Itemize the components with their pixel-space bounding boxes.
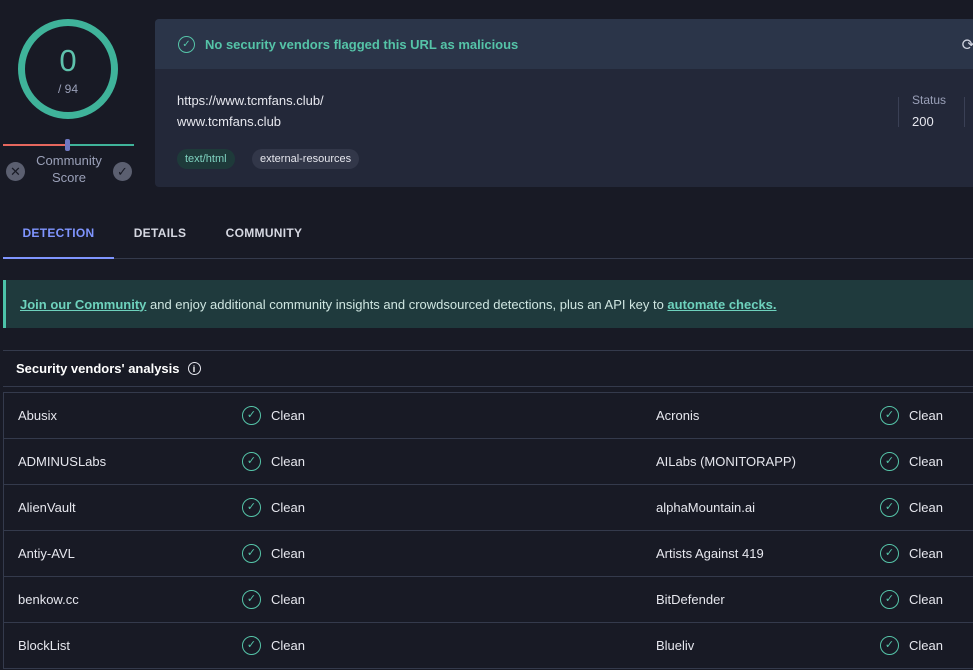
vendor-result: ✓ Clean — [242, 577, 305, 622]
vendor-name: AlienVault — [18, 500, 76, 515]
vendor-result: ✓ Clean — [242, 531, 305, 576]
table-row: Abusix ✓ Clean Acronis ✓ Clean — [3, 393, 973, 439]
check-circle-icon: ✓ — [242, 452, 261, 471]
vendor-result: ✓ Clean — [242, 485, 305, 530]
tab-community[interactable]: COMMUNITY — [206, 208, 322, 259]
table-row: ADMINUSLabs ✓ Clean AILabs (MONITORAPP) ✓… — [3, 439, 973, 485]
vendors-analysis-title: Security vendors' analysis — [16, 361, 180, 376]
tab-detection[interactable]: DETECTION — [3, 208, 114, 259]
status-label: Status — [912, 93, 947, 107]
check-circle-icon: ✓ — [178, 35, 195, 53]
check-circle-icon: ✓ — [880, 636, 899, 655]
tab-details[interactable]: DETAILS — [114, 208, 206, 259]
check-icon: ✓ — [117, 164, 128, 179]
check-circle-icon: ✓ — [880, 544, 899, 563]
vendor-result: ✓ Clean — [880, 531, 943, 576]
vendor-result: ✓ Clean — [242, 623, 305, 668]
vendor-name: BitDefender — [656, 592, 725, 607]
vendor-name: AILabs (MONITORAPP) — [656, 454, 796, 469]
vote-harmless-button[interactable]: ✓ — [113, 162, 132, 181]
vendor-result-label: Clean — [271, 546, 305, 561]
status-value: 200 — [912, 114, 934, 129]
check-circle-icon: ✓ — [242, 406, 261, 425]
vendor-result-label: Clean — [271, 638, 305, 653]
tag-external-resources[interactable]: external-resources — [252, 149, 360, 169]
tag-text-html[interactable]: text/html — [177, 149, 235, 169]
community-score-marker — [65, 139, 70, 151]
check-circle-icon: ✓ — [242, 498, 261, 517]
vendors-analysis-header: Security vendors' analysis i — [3, 350, 973, 387]
vendor-result-label: Clean — [271, 454, 305, 469]
table-row: benkow.cc ✓ Clean BitDefender ✓ Clean — [3, 577, 973, 623]
scanned-domain[interactable]: www.tcmfans.club — [177, 114, 281, 129]
vendor-result: ✓ Clean — [880, 577, 943, 622]
check-circle-icon: ✓ — [242, 544, 261, 563]
vendor-name: benkow.cc — [18, 592, 79, 607]
check-circle-icon: ✓ — [880, 406, 899, 425]
vendor-name: Abusix — [18, 408, 58, 423]
vendor-name: alphaMountain.ai — [656, 500, 756, 515]
automate-checks-link[interactable]: automate checks. — [667, 297, 776, 312]
vendor-result-label: Clean — [271, 408, 305, 423]
check-circle-icon: ✓ — [880, 590, 899, 609]
vendor-result-label: Clean — [909, 408, 943, 423]
summary-card: ✓ No security vendors flagged this URL a… — [155, 19, 973, 187]
vendor-name: Artists Against 419 — [656, 546, 764, 561]
vendor-name: Acronis — [656, 408, 700, 423]
divider — [964, 97, 965, 127]
vote-harmful-button[interactable]: ✕ — [6, 162, 25, 181]
table-row: AlienVault ✓ Clean alphaMountain.ai ✓ Clea… — [3, 485, 973, 531]
join-community-banner: Join our Community and enjoy additional … — [3, 280, 973, 328]
refresh-icon[interactable]: ⟳ — [962, 35, 973, 55]
vendor-result-label: Clean — [909, 592, 943, 607]
vendor-result: ✓ Clean — [242, 439, 305, 484]
check-circle-icon: ✓ — [242, 590, 261, 609]
info-icon[interactable]: i — [187, 362, 201, 375]
vendor-table: Abusix ✓ Clean Acronis ✓ Clean ADMINUSLabs… — [3, 392, 973, 669]
table-row: Antiy-AVL ✓ Clean Artists Against 419 ✓ Cl… — [3, 531, 973, 577]
join-banner-text: and enjoy additional community insights … — [146, 296, 668, 312]
summary-banner: ✓ No security vendors flagged this URL a… — [155, 19, 973, 69]
detection-score-value: 0 — [59, 42, 77, 78]
vendor-result-label: Clean — [271, 500, 305, 515]
vendor-name: Antiy-AVL — [18, 546, 75, 561]
check-circle-icon: ✓ — [880, 498, 899, 517]
join-community-link[interactable]: Join our Community — [20, 297, 146, 312]
community-score-label: Community Score — [36, 153, 102, 185]
vendor-result: ✓ Clean — [880, 439, 943, 484]
vendor-result: ✓ Clean — [880, 485, 943, 530]
vendor-result-label: Clean — [271, 592, 305, 607]
tab-bar: DETECTION DETAILS COMMUNITY — [3, 208, 973, 259]
check-circle-icon: ✓ — [880, 452, 899, 471]
check-circle-icon: ✓ — [242, 636, 261, 655]
vendor-result: ✓ Clean — [880, 393, 943, 438]
vendor-result-label: Clean — [909, 454, 943, 469]
summary-banner-text: No security vendors flagged this URL as … — [205, 36, 519, 52]
vendor-result-label: Clean — [909, 500, 943, 515]
table-row: BlockList ✓ Clean Blueliv ✓ Clean — [3, 623, 973, 669]
vendor-name: Blueliv — [656, 638, 695, 653]
vendor-result-label: Clean — [909, 638, 943, 653]
vendor-name: ADMINUSLabs — [18, 454, 107, 469]
vendor-result-label: Clean — [909, 546, 943, 561]
vendor-result: ✓ Clean — [242, 393, 305, 438]
vendor-result: ✓ Clean — [880, 623, 943, 668]
detection-score-total: / 94 — [57, 81, 78, 96]
vendor-name: BlockList — [18, 638, 71, 653]
scanned-url: https://www.tcmfans.club/ — [177, 93, 324, 108]
divider — [898, 97, 899, 127]
detection-score-ring: 0 / 94 — [18, 19, 118, 119]
close-icon: ✕ — [10, 164, 21, 179]
